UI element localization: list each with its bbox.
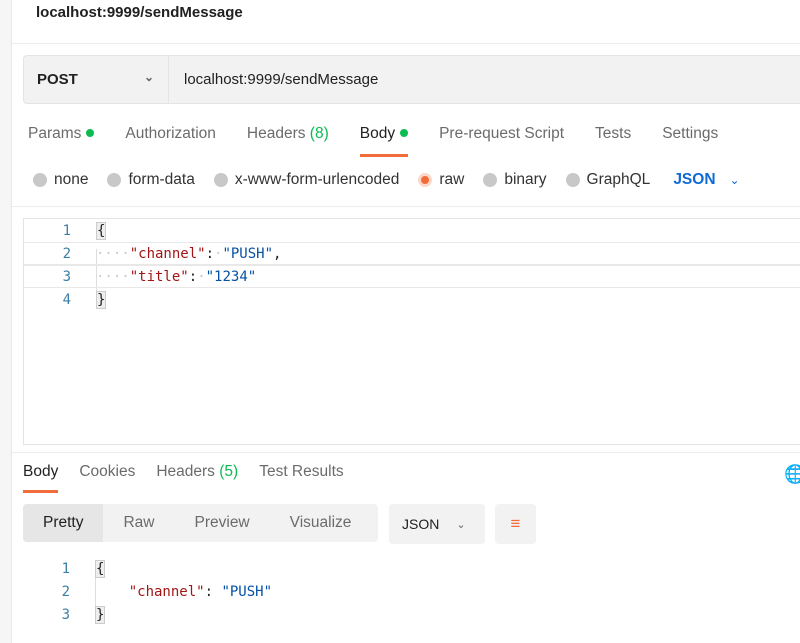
body-type-radios: none form-data x-www-form-urlencoded raw… <box>33 171 740 189</box>
response-body: 1{ 2 "channel": "PUSH" 3} <box>23 557 800 637</box>
wrap-lines-icon[interactable]: ≡ <box>495 504 536 544</box>
tab-label: Params <box>28 125 82 142</box>
method-select[interactable]: POST ⌄ <box>24 56 169 103</box>
active-dot-icon <box>400 129 409 137</box>
radio-label: GraphQL <box>586 171 651 188</box>
json-key: "channel" <box>129 245 206 262</box>
chevron-down-icon: ⌄ <box>143 70 154 84</box>
chevron-down-icon: ⌄ <box>456 518 466 531</box>
request-title: localhost:9999/sendMessage <box>36 4 243 21</box>
divider <box>12 43 800 44</box>
tab-cookies[interactable]: Cookies <box>79 463 135 491</box>
tab-body[interactable]: Body <box>359 125 409 157</box>
radio-raw[interactable]: raw <box>418 171 464 189</box>
url-input[interactable]: localhost:9999/sendMessage <box>169 56 378 103</box>
tab-response-body[interactable]: Body <box>23 463 59 493</box>
chevron-down-icon[interactable]: ⌄ <box>730 173 740 187</box>
radio-none[interactable]: none <box>33 171 88 189</box>
line-number: 1 <box>62 222 71 239</box>
radio-binary[interactable]: binary <box>483 171 547 189</box>
tab-test-results[interactable]: Test Results <box>259 463 343 491</box>
tab-params[interactable]: Params <box>28 125 95 155</box>
tab-headers[interactable]: Headers (8) <box>247 125 329 155</box>
radio-label: none <box>54 171 89 188</box>
format-label: JSON <box>402 516 440 532</box>
json-key: "channel" <box>128 583 205 600</box>
divider <box>12 206 800 207</box>
tab-settings[interactable]: Settings <box>662 125 718 155</box>
tab-label: Headers <box>156 463 215 480</box>
tab-label: Headers <box>246 125 306 142</box>
line-number: 3 <box>61 606 70 623</box>
line-number: 2 <box>62 245 71 262</box>
response-tabs: Body Cookies Headers (5) Test Results <box>23 463 365 493</box>
tab-authorization[interactable]: Authorization <box>125 125 215 155</box>
view-pretty[interactable]: Pretty <box>23 504 104 542</box>
sidebar-strip <box>0 0 12 643</box>
response-format-select[interactable]: JSON ⌄ <box>389 504 485 544</box>
view-raw[interactable]: Raw <box>103 514 174 532</box>
radio-graphql[interactable]: GraphQL <box>565 171 651 189</box>
radio-label: form-data <box>128 171 195 188</box>
request-tabs: Params Authorization Headers (8) Body Pr… <box>28 125 749 157</box>
active-dot-icon <box>86 129 95 137</box>
headers-count: (8) <box>309 125 329 142</box>
code-text: } <box>95 605 106 624</box>
json-value: "PUSH" <box>222 245 274 262</box>
json-value: "PUSH" <box>221 583 273 600</box>
method-label: POST <box>37 71 78 88</box>
tab-label: Body <box>359 125 396 142</box>
response-view-toggle: Pretty Raw Preview Visualize <box>23 504 378 542</box>
request-body-editor[interactable]: 1{ 2 ····"channel":·"PUSH", 3 ····"title":… <box>23 218 800 445</box>
line-number: 3 <box>62 268 71 285</box>
globe-icon[interactable]: 🌐 <box>784 464 800 485</box>
tab-pre-request-script[interactable]: Pre-request Script <box>439 125 564 155</box>
body-format-select[interactable]: JSON <box>673 171 715 189</box>
code-text: { <box>96 221 107 240</box>
line-number: 4 <box>62 291 71 308</box>
radio-form-data[interactable]: form-data <box>107 171 195 189</box>
code-text: } <box>96 290 107 309</box>
code-text: { <box>95 559 106 578</box>
radio-label: raw <box>439 171 465 188</box>
line-number: 2 <box>61 583 70 600</box>
headers-count: (5) <box>219 463 239 480</box>
line-number: 1 <box>61 560 70 577</box>
view-visualize[interactable]: Visualize <box>270 514 372 532</box>
url-bar: POST ⌄ localhost:9999/sendMessage <box>23 55 800 104</box>
view-preview[interactable]: Preview <box>175 514 270 532</box>
radio-label: x-www-form-urlencoded <box>234 171 400 188</box>
radio-label: binary <box>504 171 547 188</box>
divider <box>12 452 800 453</box>
radio-urlencoded[interactable]: x-www-form-urlencoded <box>213 171 400 189</box>
tab-response-headers[interactable]: Headers (5) <box>156 463 238 491</box>
tab-tests[interactable]: Tests <box>595 125 631 155</box>
json-key: "title" <box>129 268 189 285</box>
json-value: "1234" <box>205 268 257 285</box>
